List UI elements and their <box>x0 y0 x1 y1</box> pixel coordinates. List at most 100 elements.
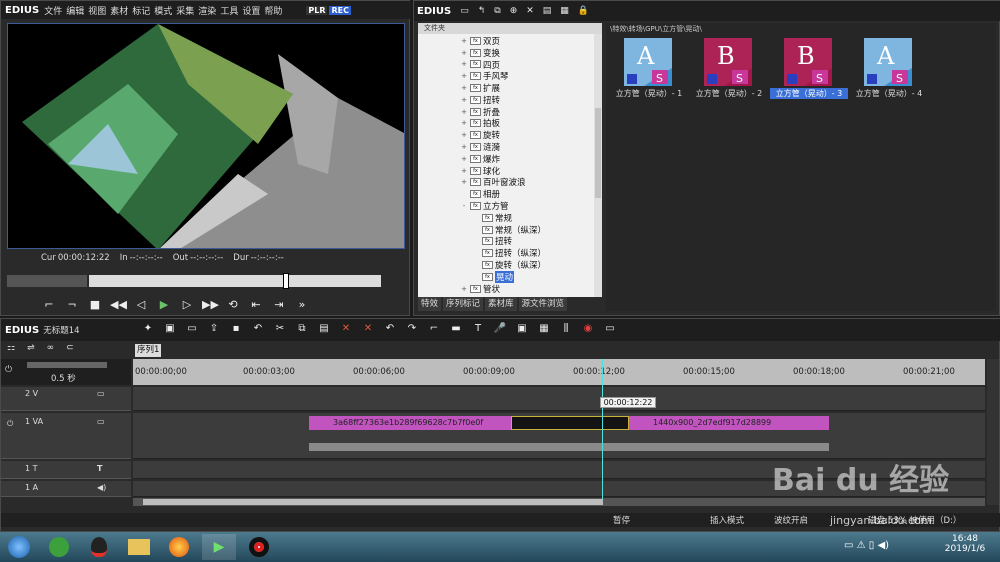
tree-item[interactable]: + fx 双页 <box>460 35 602 47</box>
expand-icon[interactable]: + <box>460 49 468 57</box>
timeline-vscroll[interactable] <box>987 359 999 505</box>
tree-item[interactable]: + fx 旋转 <box>460 129 602 141</box>
tree-item[interactable]: fx 常规（纵深） <box>460 224 602 236</box>
edius-taskbar-icon[interactable]: ▶ <box>202 534 236 560</box>
tree-item[interactable]: fx 旋转（纵深） <box>460 259 602 271</box>
scroll-thumb[interactable] <box>595 108 601 198</box>
menu-view[interactable]: 视图 <box>88 4 106 17</box>
transition-block[interactable] <box>511 416 629 430</box>
tree-item[interactable]: + fx 扭转 <box>460 94 602 106</box>
sync-lock-icon[interactable]: ⏻ <box>7 419 13 429</box>
expand-icon[interactable]: + <box>460 167 468 175</box>
save-icon[interactable]: ▪ <box>229 321 243 337</box>
effect-clip[interactable]: S A 立方管（晃动）- 4 <box>850 38 928 108</box>
folder-icon[interactable]: ▭ <box>460 6 469 16</box>
timescale-value[interactable]: 0.5 秒 <box>51 372 76 384</box>
delete-icon[interactable]: ✕ <box>339 321 353 337</box>
track-1va[interactable]: 3a68ff27363e1b289f69628c7b7f0e0f 1440x90… <box>133 413 985 459</box>
tree-item[interactable]: + fx 四页 <box>460 59 602 71</box>
effect-clip[interactable]: S A 立方管（晃动）- 1 <box>610 38 688 108</box>
shuttle-area[interactable] <box>7 275 87 287</box>
tree-item[interactable]: + fx 折叠 <box>460 106 602 118</box>
scrub-track[interactable] <box>89 275 381 287</box>
tree-item[interactable]: + fx 变换 <box>460 47 602 59</box>
track-2v[interactable] <box>133 387 985 411</box>
file-explorer-icon[interactable] <box>122 534 156 560</box>
group-icon[interactable]: ⊂ <box>66 343 74 357</box>
rec-badge[interactable]: REC <box>329 5 351 15</box>
expand-icon[interactable]: + <box>460 96 468 104</box>
expand-icon[interactable]: + <box>460 60 468 68</box>
copy-icon[interactable]: ⧉ <box>494 6 500 16</box>
tab-source-browser[interactable]: 源文件浏览 <box>518 297 568 311</box>
scroll-thumb[interactable] <box>143 499 603 505</box>
step-back-icon[interactable]: ◁ <box>133 297 149 313</box>
recorder-icon[interactable] <box>242 534 276 560</box>
mic-icon[interactable]: 🎤 <box>493 321 507 337</box>
expand-icon[interactable]: + <box>460 143 468 151</box>
expand-icon[interactable]: + <box>460 119 468 127</box>
mixer-icon[interactable]: ▬ <box>449 321 463 337</box>
start-button-icon[interactable] <box>2 534 36 560</box>
redo-icon[interactable]: ↷ <box>405 321 419 337</box>
tree-item[interactable]: + fx 爆炸 <box>460 153 602 165</box>
more-icon[interactable]: » <box>294 297 310 313</box>
track-header-1a[interactable]: 1 A ◀) <box>1 481 131 497</box>
ripple-delete-icon[interactable]: ✕ <box>361 321 375 337</box>
360-browser-icon[interactable] <box>42 534 76 560</box>
expand-icon[interactable]: - <box>460 202 468 210</box>
timeline-scrollbar[interactable] <box>133 498 985 506</box>
speaker-icon[interactable]: ◀) <box>97 483 106 492</box>
link-icon[interactable]: ∞ <box>47 343 55 357</box>
scrub-bar[interactable] <box>7 273 405 289</box>
sequence-tab[interactable]: 序列1 <box>135 344 161 357</box>
paste-icon[interactable]: ▤ <box>317 321 331 337</box>
track-header-1t[interactable]: 1 T T <box>1 461 131 479</box>
step-forward-icon[interactable]: ▷ <box>179 297 195 313</box>
track-header-2v[interactable]: 2 V ▭ <box>1 387 131 411</box>
menu-capture[interactable]: 采集 <box>176 4 194 17</box>
menu-edit[interactable]: 编辑 <box>66 4 84 17</box>
tree-item[interactable]: fx 晃动 <box>460 270 602 283</box>
expand-icon[interactable]: + <box>460 108 468 116</box>
expand-icon[interactable]: + <box>460 84 468 92</box>
overwrite-to-timeline-icon[interactable]: ⇥ <box>271 297 287 313</box>
menu-marker[interactable]: 标记 <box>132 4 150 17</box>
clock[interactable]: 16:48 2019/1/6 <box>940 534 990 554</box>
qq-icon[interactable] <box>82 534 116 560</box>
import-icon[interactable]: ⇪ <box>207 321 221 337</box>
tree-item[interactable]: + fx 扩展 <box>460 82 602 94</box>
folder-scrollbar[interactable] <box>594 34 602 297</box>
mark-out-icon[interactable]: ¬ <box>64 297 80 313</box>
tree-item[interactable]: fx 扭转 <box>460 236 602 247</box>
lock-icon[interactable]: 🔒 <box>578 6 589 16</box>
tab-sequence-markers[interactable]: 序列标记 <box>443 297 484 311</box>
loop-icon[interactable]: ⟲ <box>225 297 241 313</box>
track-header-1va[interactable]: ⏻ 1 VA ▭ <box>1 413 131 459</box>
tree-item[interactable]: - fx 立方管 <box>460 200 602 212</box>
effect-clip[interactable]: S B 立方管（晃动）- 3 <box>770 38 848 108</box>
menu-help[interactable]: 帮助 <box>264 4 282 17</box>
open-icon[interactable]: ▭ <box>185 321 199 337</box>
menu-mode[interactable]: 模式 <box>154 4 172 17</box>
undo-icon[interactable]: ↶ <box>251 321 265 337</box>
menu-settings[interactable]: 设置 <box>242 4 260 17</box>
tree-item[interactable]: + fx 拍板 <box>460 118 602 129</box>
effect-clip[interactable]: S B 立方管（晃动）- 2 <box>690 38 768 108</box>
tree-item[interactable]: fx 相册 <box>460 188 602 200</box>
up-folder-icon[interactable]: ↰ <box>478 6 486 16</box>
menu-tools[interactable]: 工具 <box>220 4 238 17</box>
delete-icon[interactable]: ✕ <box>526 6 534 16</box>
cut-icon[interactable]: ✂ <box>273 321 287 337</box>
render-icon[interactable]: ▣ <box>515 321 529 337</box>
sync-icon[interactable]: ⇌ <box>27 343 35 357</box>
expand-icon[interactable]: + <box>460 178 468 186</box>
expand-icon[interactable]: + <box>460 285 468 293</box>
add-icon[interactable]: ⊕ <box>510 6 518 16</box>
record-icon[interactable]: ◉ <box>581 321 595 337</box>
insert-to-timeline-icon[interactable]: ⇤ <box>248 297 264 313</box>
tray-icons[interactable]: ▭ ⚠ ▯ ◀) <box>844 540 889 551</box>
tab-effects[interactable]: 特效 <box>418 297 442 311</box>
add-transition-icon[interactable]: ⌐ <box>427 321 441 337</box>
plr-badge[interactable]: PLR <box>306 5 328 15</box>
